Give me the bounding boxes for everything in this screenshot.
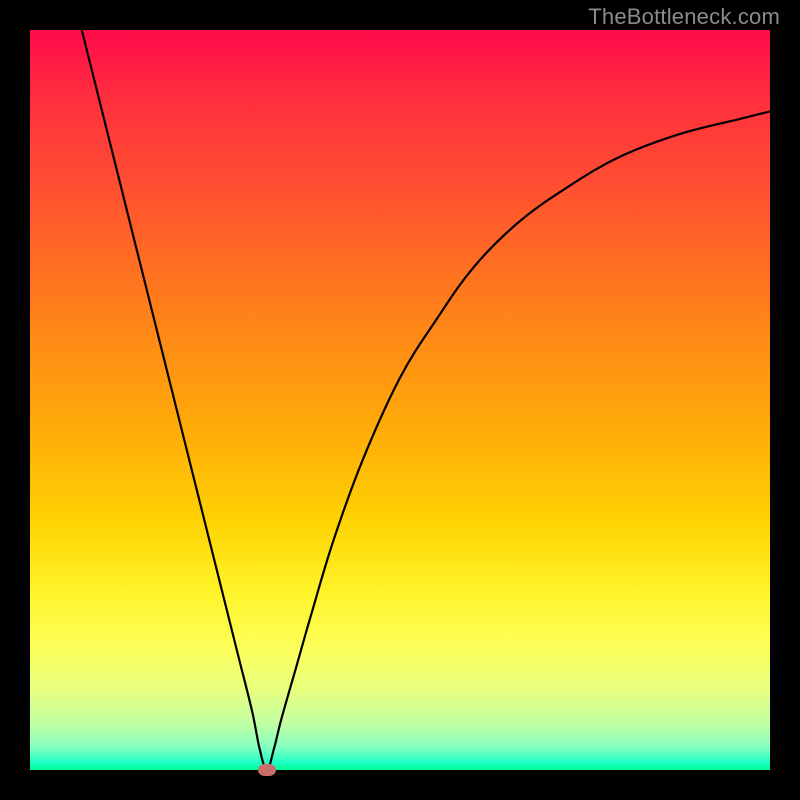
chart-container: TheBottleneck.com <box>0 0 800 800</box>
minimum-marker <box>258 764 276 776</box>
watermark-text: TheBottleneck.com <box>588 4 780 30</box>
bottleneck-curve <box>30 30 770 770</box>
plot-area <box>30 30 770 770</box>
